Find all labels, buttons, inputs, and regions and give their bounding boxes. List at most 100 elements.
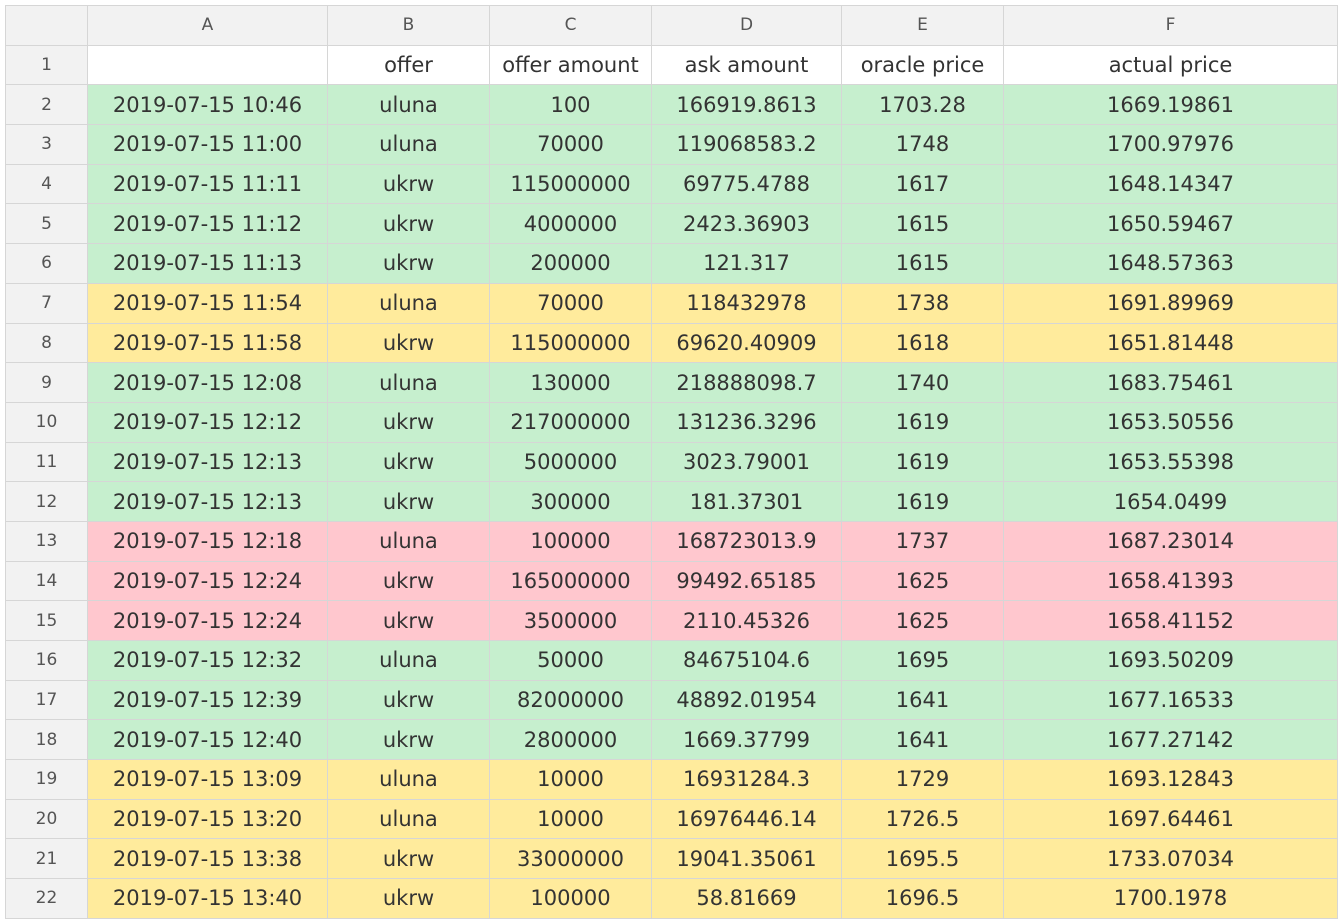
cell-a[interactable]: 2019-07-15 12:13: [87, 481, 328, 522]
cell-b[interactable]: uluna: [327, 124, 490, 165]
cell-d[interactable]: 119068583.2: [651, 124, 842, 165]
cell-d[interactable]: 166919.8613: [651, 84, 842, 126]
cell-a[interactable]: 2019-07-15 11:54: [87, 282, 328, 324]
cell-f[interactable]: 1648.57363: [1003, 243, 1338, 284]
cell-f[interactable]: 1654.0499: [1003, 481, 1338, 522]
row-header[interactable]: 7: [5, 282, 88, 324]
cell-b[interactable]: ukrw: [327, 401, 490, 443]
column-header-d[interactable]: D: [651, 5, 842, 46]
cell-c[interactable]: 300000: [489, 481, 652, 522]
row-header[interactable]: 13: [5, 520, 88, 562]
cell-a[interactable]: 2019-07-15 12:39: [87, 679, 328, 721]
cell-a[interactable]: 2019-07-15 10:46: [87, 84, 328, 126]
cell-c[interactable]: 130000: [489, 362, 652, 403]
cell-f[interactable]: 1653.50556: [1003, 401, 1338, 443]
cell-b[interactable]: uluna: [327, 640, 490, 681]
column-header-c[interactable]: C: [489, 5, 652, 46]
cell-c[interactable]: 100: [489, 84, 652, 126]
row-header[interactable]: 12: [5, 481, 88, 522]
cell-a[interactable]: 2019-07-15 13:20: [87, 798, 328, 840]
cell-e[interactable]: 1737: [841, 520, 1004, 562]
cell-e[interactable]: 1615: [841, 243, 1004, 284]
cell-a[interactable]: 2019-07-15 11:00: [87, 124, 328, 165]
cell-b[interactable]: ukrw: [327, 878, 490, 919]
cell-f[interactable]: 1687.23014: [1003, 520, 1338, 562]
row-header[interactable]: 20: [5, 798, 88, 840]
cell-d[interactable]: 121.317: [651, 243, 842, 284]
cell-b[interactable]: ukrw: [327, 719, 490, 761]
cell-c[interactable]: 100000: [489, 878, 652, 919]
cell-a[interactable]: 2019-07-15 12:13: [87, 441, 328, 483]
cell-b[interactable]: ukrw: [327, 600, 490, 641]
row-header[interactable]: 15: [5, 600, 88, 641]
cell-e[interactable]: 1618: [841, 322, 1004, 364]
cell-b[interactable]: ukrw: [327, 203, 490, 245]
cell-e[interactable]: 1641: [841, 719, 1004, 761]
cell-e[interactable]: 1641: [841, 679, 1004, 721]
cell-d[interactable]: 19041.35061: [651, 838, 842, 880]
select-all-corner[interactable]: [5, 5, 88, 46]
row-header[interactable]: 10: [5, 401, 88, 443]
cell-a[interactable]: 2019-07-15 12:40: [87, 719, 328, 761]
cell-a[interactable]: 2019-07-15 12:24: [87, 600, 328, 641]
column-header-e[interactable]: E: [841, 5, 1004, 46]
cell-d[interactable]: 168723013.9: [651, 520, 842, 562]
cell-b[interactable]: uluna: [327, 282, 490, 324]
row-header[interactable]: 3: [5, 124, 88, 165]
cell-e[interactable]: 1738: [841, 282, 1004, 324]
cell-f[interactable]: 1683.75461: [1003, 362, 1338, 403]
cell-f[interactable]: 1653.55398: [1003, 441, 1338, 483]
cell-c[interactable]: 100000: [489, 520, 652, 562]
cell-b[interactable]: ukrw: [327, 679, 490, 721]
cell-d[interactable]: 69775.4788: [651, 163, 842, 205]
row-header[interactable]: 4: [5, 163, 88, 205]
cell-d[interactable]: 181.37301: [651, 481, 842, 522]
cell-b[interactable]: uluna: [327, 84, 490, 126]
row-header[interactable]: 16: [5, 640, 88, 681]
cell-d[interactable]: 3023.79001: [651, 441, 842, 483]
cell-a[interactable]: 2019-07-15 12:24: [87, 560, 328, 602]
cell-e[interactable]: 1703.28: [841, 84, 1004, 126]
column-header-f[interactable]: F: [1003, 5, 1338, 46]
cell-f[interactable]: 1650.59467: [1003, 203, 1338, 245]
column-header-a[interactable]: A: [87, 5, 328, 46]
cell-c[interactable]: 200000: [489, 243, 652, 284]
cell-b[interactable]: ukrw: [327, 481, 490, 522]
spreadsheet-grid[interactable]: A B C D E F 1 offer offer amount ask amo…: [5, 5, 1338, 919]
cell-a[interactable]: 2019-07-15 11:13: [87, 243, 328, 284]
cell-f1[interactable]: actual price: [1003, 44, 1338, 86]
cell-d[interactable]: 1669.37799: [651, 719, 842, 761]
row-header-1[interactable]: 1: [5, 44, 88, 86]
cell-f[interactable]: 1693.50209: [1003, 640, 1338, 681]
cell-f[interactable]: 1658.41393: [1003, 560, 1338, 602]
cell-b[interactable]: ukrw: [327, 560, 490, 602]
cell-c[interactable]: 33000000: [489, 838, 652, 880]
row-header[interactable]: 5: [5, 203, 88, 245]
row-header[interactable]: 14: [5, 560, 88, 602]
row-header[interactable]: 17: [5, 679, 88, 721]
cell-c[interactable]: 10000: [489, 759, 652, 800]
row-header[interactable]: 11: [5, 441, 88, 483]
cell-a[interactable]: 2019-07-15 12:12: [87, 401, 328, 443]
cell-e[interactable]: 1619: [841, 441, 1004, 483]
row-header[interactable]: 6: [5, 243, 88, 284]
cell-b[interactable]: uluna: [327, 520, 490, 562]
cell-d[interactable]: 218888098.7: [651, 362, 842, 403]
cell-d[interactable]: 58.81669: [651, 878, 842, 919]
cell-c[interactable]: 3500000: [489, 600, 652, 641]
cell-c[interactable]: 70000: [489, 124, 652, 165]
cell-e[interactable]: 1696.5: [841, 878, 1004, 919]
cell-f[interactable]: 1648.14347: [1003, 163, 1338, 205]
cell-e[interactable]: 1695.5: [841, 838, 1004, 880]
cell-c[interactable]: 165000000: [489, 560, 652, 602]
cell-b[interactable]: uluna: [327, 362, 490, 403]
cell-e[interactable]: 1748: [841, 124, 1004, 165]
cell-e[interactable]: 1619: [841, 401, 1004, 443]
cell-b[interactable]: ukrw: [327, 243, 490, 284]
cell-a[interactable]: 2019-07-15 12:32: [87, 640, 328, 681]
cell-c[interactable]: 217000000: [489, 401, 652, 443]
cell-f[interactable]: 1691.89969: [1003, 282, 1338, 324]
cell-d[interactable]: 2110.45326: [651, 600, 842, 641]
row-header[interactable]: 19: [5, 759, 88, 800]
cell-b[interactable]: uluna: [327, 759, 490, 800]
